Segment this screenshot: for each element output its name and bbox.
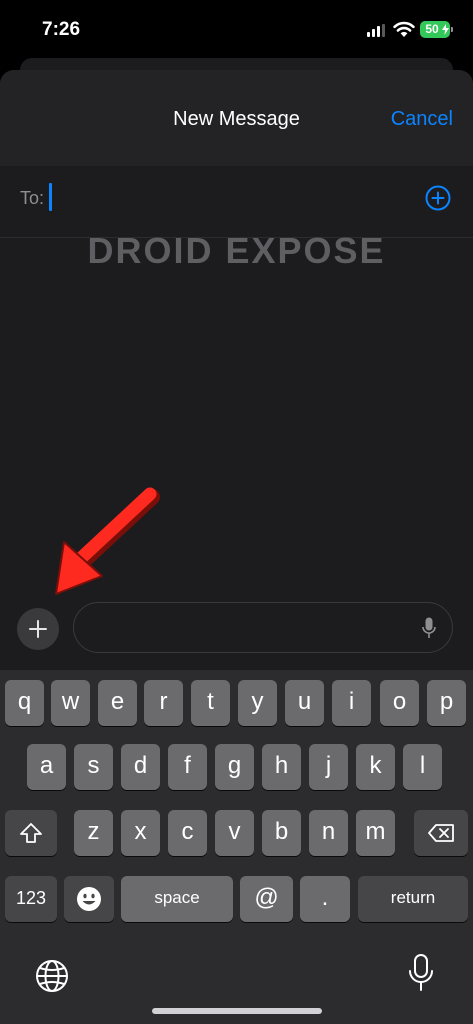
key-g[interactable]: g xyxy=(215,744,254,790)
key-x[interactable]: x xyxy=(121,810,160,856)
key-m[interactable]: m xyxy=(356,810,395,856)
microphone-icon[interactable] xyxy=(422,617,436,639)
home-indicator[interactable] xyxy=(152,1008,322,1014)
charging-bolt-icon xyxy=(442,24,449,35)
key-l[interactable]: l xyxy=(403,744,442,790)
delete-key[interactable] xyxy=(414,810,468,856)
key-v[interactable]: v xyxy=(215,810,254,856)
battery-icon: 50 xyxy=(420,21,453,38)
cancel-button[interactable]: Cancel xyxy=(391,108,453,131)
emoji-key[interactable] xyxy=(64,876,114,922)
key-w[interactable]: w xyxy=(51,680,90,726)
screen: 7:26 50 New Message Cancel To: DROID EXP… xyxy=(0,0,473,1024)
key-y[interactable]: y xyxy=(238,680,277,726)
key-q[interactable]: q xyxy=(5,680,44,726)
emoji-icon xyxy=(77,887,101,911)
backspace-icon xyxy=(428,824,454,842)
key-z[interactable]: z xyxy=(74,810,113,856)
cellular-signal-icon xyxy=(367,24,387,37)
key-f[interactable]: f xyxy=(168,744,207,790)
watermark-logo: DROID EXPOSE xyxy=(87,230,386,271)
key-o[interactable]: o xyxy=(380,680,419,726)
status-bar: 7:26 50 xyxy=(0,0,473,60)
key-e[interactable]: e xyxy=(98,680,137,726)
key-n[interactable]: n xyxy=(309,810,348,856)
message-input[interactable] xyxy=(73,602,453,653)
key-h[interactable]: h xyxy=(262,744,301,790)
plus-icon xyxy=(29,620,47,638)
key-u[interactable]: u xyxy=(285,680,324,726)
status-time: 7:26 xyxy=(42,19,81,40)
globe-icon[interactable] xyxy=(34,958,70,994)
key-p[interactable]: p xyxy=(427,680,466,726)
plus-circle-icon[interactable] xyxy=(425,185,451,211)
numbers-key[interactable]: 123 xyxy=(5,876,57,922)
space-key[interactable]: space xyxy=(121,876,233,922)
text-cursor xyxy=(49,183,52,211)
shift-key[interactable] xyxy=(5,810,57,856)
key-b[interactable]: b xyxy=(262,810,301,856)
navigation-bar: New Message Cancel xyxy=(0,70,473,166)
key-s[interactable]: s xyxy=(74,744,113,790)
shift-arrow-icon xyxy=(20,823,42,843)
recipient-field[interactable]: To: xyxy=(0,166,473,238)
key-t[interactable]: t xyxy=(191,680,230,726)
apps-button[interactable] xyxy=(17,608,59,650)
key-a[interactable]: a xyxy=(27,744,66,790)
key-k[interactable]: k xyxy=(356,744,395,790)
key-r[interactable]: r xyxy=(144,680,183,726)
at-key[interactable]: @ xyxy=(240,876,293,922)
key-d[interactable]: d xyxy=(121,744,160,790)
period-key[interactable]: . xyxy=(300,876,350,922)
key-i[interactable]: i xyxy=(332,680,371,726)
to-label: To: xyxy=(20,188,45,208)
keyboard: q w e r t y u i o p a s d f g h j k l z … xyxy=(0,670,473,1024)
key-j[interactable]: j xyxy=(309,744,348,790)
wifi-icon xyxy=(393,21,415,37)
red-arrow-icon xyxy=(55,487,160,595)
dictation-microphone-icon[interactable] xyxy=(408,954,434,994)
return-key[interactable]: return xyxy=(358,876,468,922)
key-c[interactable]: c xyxy=(168,810,207,856)
battery-level: 50 xyxy=(425,22,439,36)
